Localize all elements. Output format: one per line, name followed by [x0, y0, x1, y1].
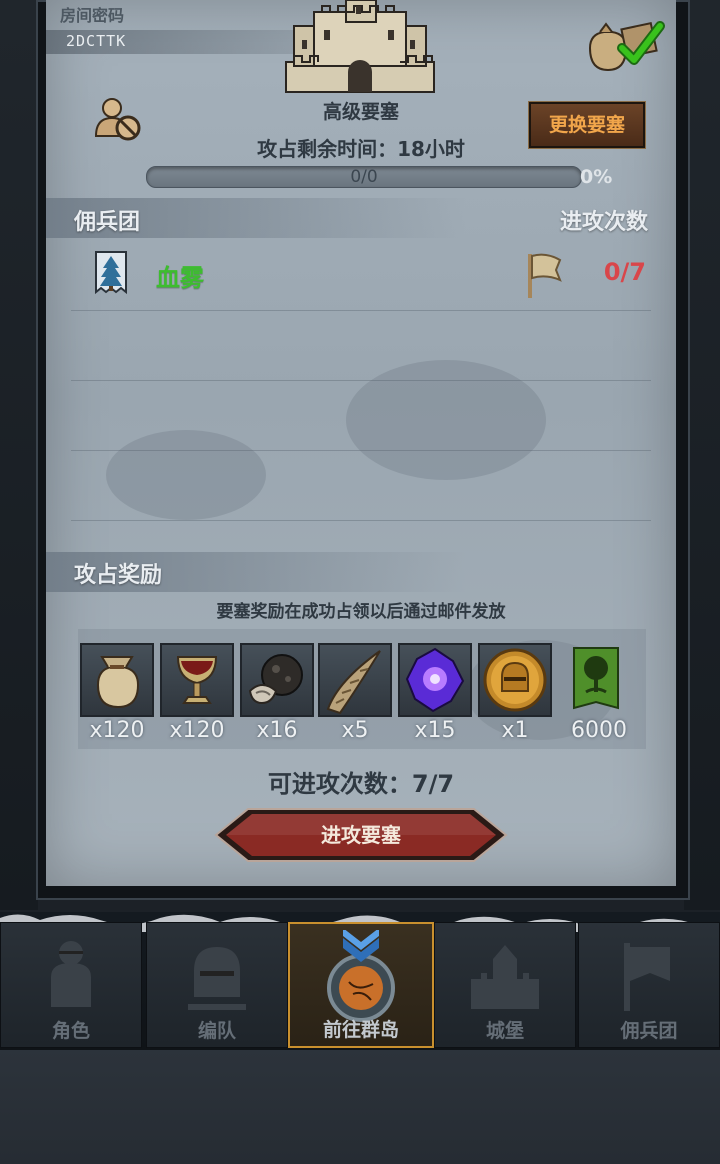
attack-flag-icon: [528, 253, 562, 298]
truffle-icon: [248, 654, 303, 705]
tab-character[interactable]: 角色: [0, 922, 142, 1048]
capture-progress-bar: 0/0: [146, 166, 582, 188]
tree-banner-icon: [573, 647, 619, 710]
tab-label: 城堡: [485, 1020, 524, 1042]
reward-qty: x120: [89, 718, 145, 743]
mercenary-name[interactable]: 血雾: [156, 258, 204, 293]
reward-slot-truffle[interactable]: [240, 643, 314, 717]
mercenary-attack-count: 0/7: [603, 258, 646, 286]
reward-qty: x120: [169, 718, 225, 743]
rewards-note: 要塞奖励在成功占领以后通过邮件发放: [216, 602, 506, 622]
capture-progress-percent: 0%: [580, 166, 613, 188]
tab-label: 角色: [51, 1020, 90, 1042]
room-label: 房间密码: [60, 6, 125, 25]
mercenary-section-title: 佣兵团: [74, 210, 141, 235]
tab-go-to-islands[interactable]: 前往群岛: [288, 922, 434, 1048]
reward-slot-sack[interactable]: [80, 643, 154, 717]
attack-fortress-button[interactable]: 进攻要塞: [214, 806, 508, 864]
compass-icon: [327, 930, 395, 1022]
tab-castle[interactable]: 城堡: [434, 922, 576, 1048]
reward-qty: x5: [341, 718, 369, 743]
helmet-icon: [188, 947, 246, 1010]
capture-progress-text: 0/0: [350, 167, 378, 187]
row-divider: [71, 380, 651, 381]
capture-timer: 攻占剩余时间：18小时: [257, 137, 465, 161]
knight-helmet-coin-icon: [483, 648, 547, 712]
bottom-background: [0, 1050, 720, 1164]
goblet-icon: [176, 656, 218, 704]
fortress-panel: 房间密码 2DCTTK 高级要塞 更换要塞 攻占剩余时间：18小时 0/0 0%: [46, 0, 676, 886]
castle-icon: [471, 945, 539, 1009]
loot-collected-icon[interactable]: [584, 18, 668, 74]
room-code[interactable]: 2DCTTK: [66, 32, 126, 50]
tab-label: 佣兵团: [620, 1020, 678, 1042]
reward-slot-banner[interactable]: [572, 646, 620, 714]
rewards-section-title: 攻占奖励: [74, 563, 163, 588]
reward-slot-horn[interactable]: [318, 643, 392, 717]
fortress-castle-icon: [285, 0, 435, 93]
reward-slot-helmet-coin[interactable]: [478, 643, 552, 717]
magic-gem-icon: [405, 647, 465, 713]
tab-label: 前往群岛: [322, 1019, 399, 1041]
reward-qty: x16: [256, 718, 298, 743]
reward-qty: x1: [501, 718, 529, 743]
texture-stain: [106, 430, 266, 520]
mercenary-banner-icon: [624, 943, 670, 1011]
remaining-attacks: 可进攻次数：7/7: [267, 770, 455, 798]
sack-icon: [96, 656, 140, 709]
reward-slot-goblet[interactable]: [160, 643, 234, 717]
texture-stain: [346, 360, 546, 480]
row-divider: [71, 520, 651, 521]
tab-mercenaries[interactable]: 佣兵团: [578, 922, 720, 1048]
left-background-edge: [0, 0, 38, 910]
tab-label: 编队: [197, 1020, 236, 1042]
reward-qty: x15: [414, 718, 456, 743]
tab-formation[interactable]: 编队: [146, 922, 288, 1048]
row-divider: [71, 310, 651, 311]
row-divider: [71, 450, 651, 451]
horn-icon: [326, 650, 381, 715]
knight-icon: [51, 941, 91, 1007]
reward-qty: 6000: [571, 718, 627, 743]
mercenary-row[interactable]: [94, 250, 128, 298]
reward-slot-gem[interactable]: [398, 643, 472, 717]
pine-banner-icon: [95, 251, 127, 295]
attacks-column-title: 进攻次数: [559, 210, 648, 235]
